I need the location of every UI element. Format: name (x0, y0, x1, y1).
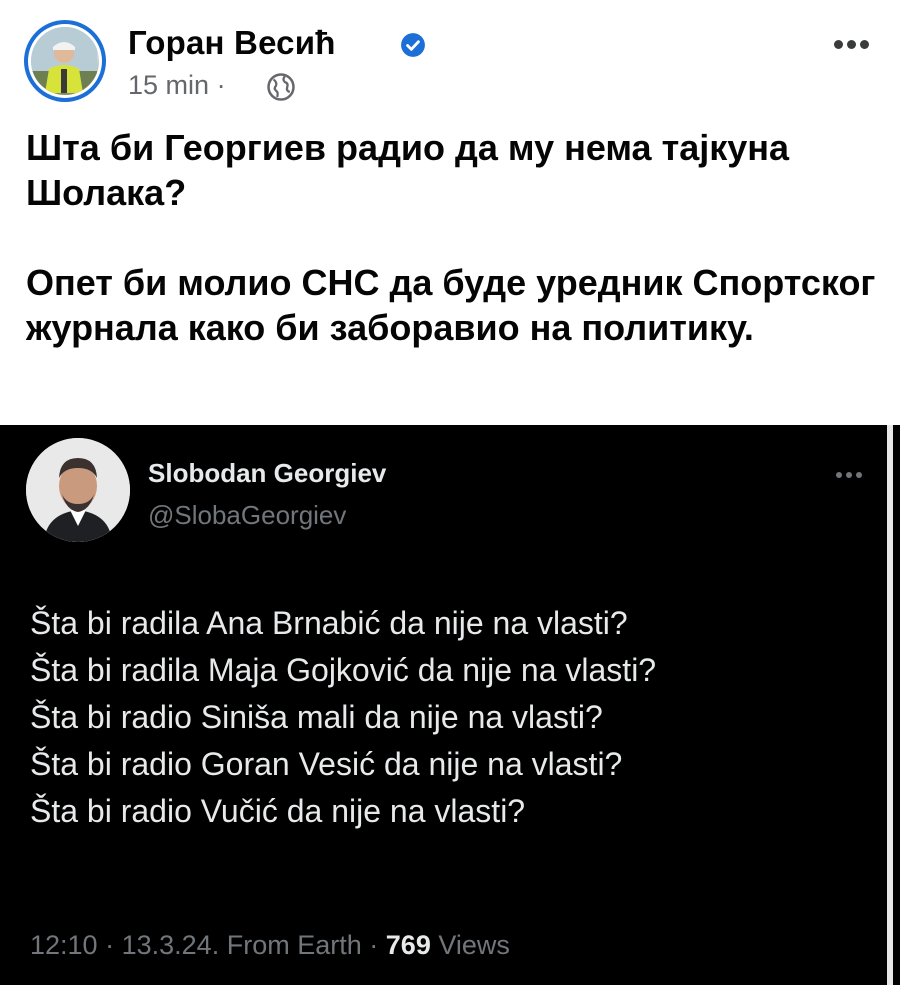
tweet-text: Šta bi radila Ana Brnabić da nije na vla… (30, 600, 870, 835)
verified-badge-icon (401, 33, 425, 57)
tweet-avatar-photo (26, 438, 130, 542)
globe-icon[interactable] (266, 72, 296, 102)
post-paragraph: Опет би молио СНС да буде уредник Спортс… (26, 262, 876, 348)
avatar-photo (31, 27, 97, 93)
tweet-line: Šta bi radio Vučić da nije na vlasti? (30, 793, 526, 829)
footer-separator: · (105, 930, 115, 960)
post-paragraph: Шта би Георгиев радио да му нема тајкуна… (26, 127, 790, 213)
tweet-line: Šta bi radio Goran Vesić da nije na vlas… (30, 746, 623, 782)
tweet-author-avatar (26, 438, 130, 542)
tweet-line: Šta bi radila Ana Brnabić da nije na vla… (30, 605, 628, 641)
footer-separator: · (369, 930, 379, 960)
embedded-tweet-image[interactable]: Slobodan Georgiev @SlobaGeorgiev Šta bi … (0, 425, 900, 985)
tweet-handle: @SlobaGeorgiev (148, 500, 347, 530)
tweet-source: From Earth (226, 930, 362, 960)
tweet-date: 13.3.24. (121, 930, 220, 960)
more-options-icon[interactable] (834, 36, 874, 49)
post-meta: 15 min · (128, 70, 226, 101)
tweet-views-label: Views (438, 930, 510, 960)
tweet-display-name: Slobodan Georgiev (148, 458, 387, 488)
tweet-line: Šta bi radila Maja Gojković da nije na v… (30, 652, 657, 688)
post-time[interactable]: 15 min (128, 70, 209, 100)
post-body: Шта би Георгиев радио да му нема тајкуна… (26, 125, 886, 350)
post-header: Горан Весић 15 min · (0, 0, 900, 110)
author-name[interactable]: Горан Весић (128, 24, 336, 62)
scrollbar[interactable] (887, 425, 893, 985)
tweet-views-count: 769 (385, 930, 431, 960)
tweet-more-icon (836, 465, 870, 478)
tweet-footer: 12:10 · 13.3.24. From Earth · 769 Views (30, 930, 510, 961)
meta-separator: · (216, 70, 226, 100)
tweet-line: Šta bi radio Siniša mali da nije na vlas… (30, 699, 603, 735)
author-avatar[interactable] (24, 20, 106, 102)
tweet-time: 12:10 (30, 930, 98, 960)
